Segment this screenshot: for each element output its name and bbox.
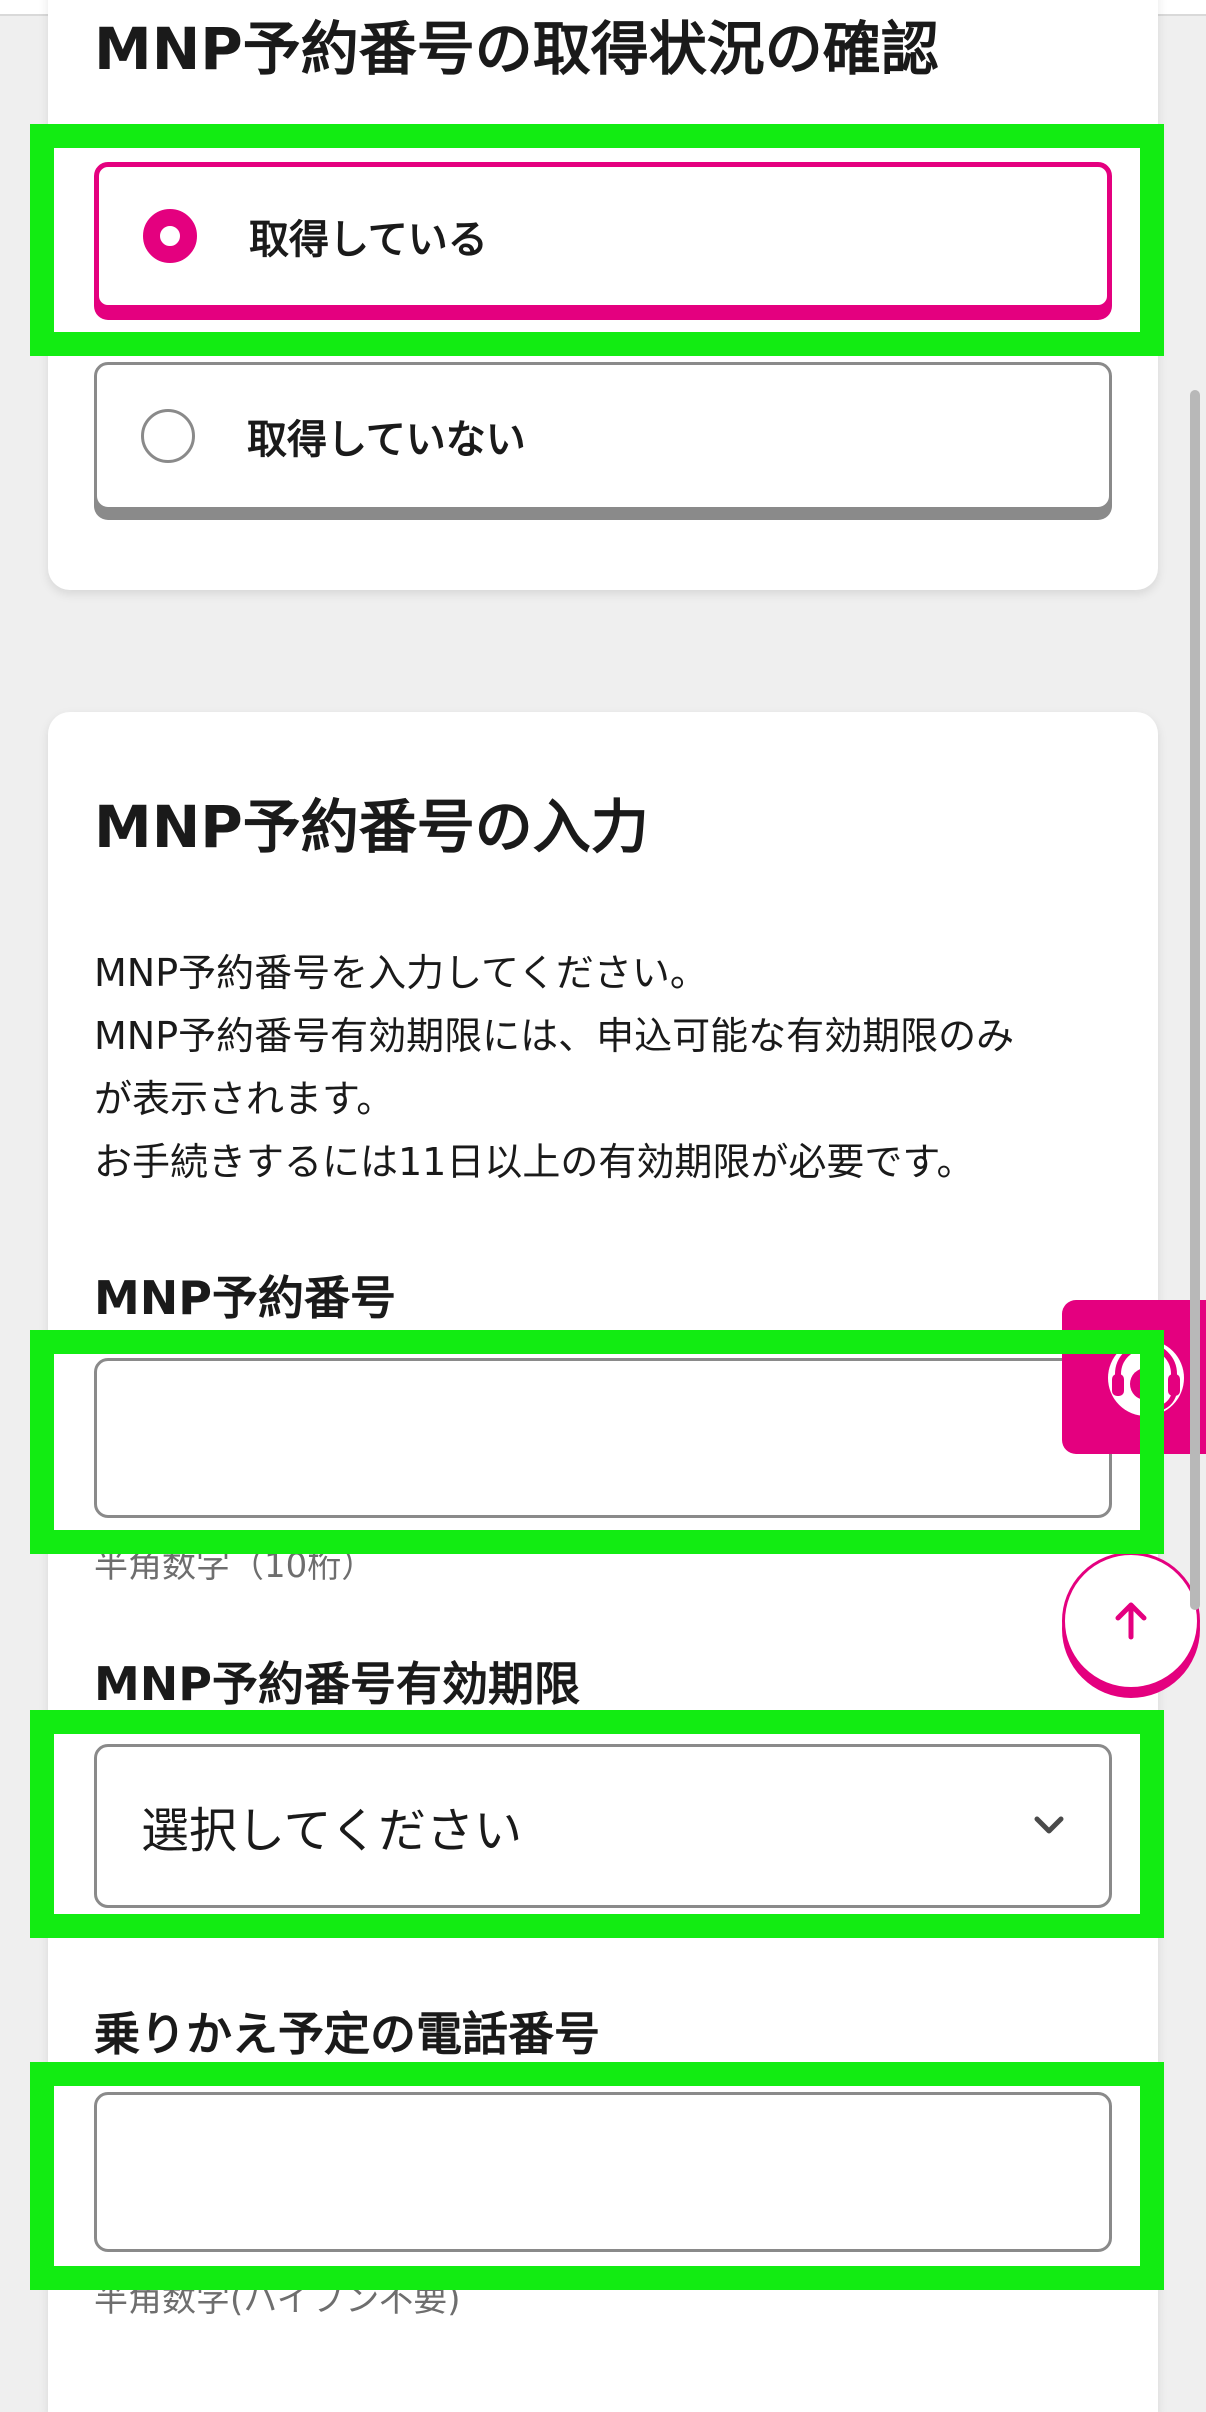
mnp-expiry-label: MNP予約番号有効期限 [94, 1657, 580, 1711]
input-description: MNP予約番号を入力してください。 MNP予約番号有効期限には、申込可能な有効期… [94, 942, 1124, 1194]
mnp-number-input[interactable] [94, 1358, 1112, 1518]
mnp-number-hint: 半角数字（10桁） [94, 1546, 376, 1586]
radio-selected-icon [143, 209, 197, 263]
mnp-expiry-select[interactable]: 選択してください [94, 1744, 1112, 1908]
radio-label-obtained: 取得している [249, 217, 488, 263]
mnp-expiry-selected-value: 選択してください [141, 1803, 523, 1859]
radio-label-not-obtained: 取得していない [247, 417, 526, 463]
arrow-up-icon [1115, 1602, 1147, 1640]
radio-option-not-obtained[interactable]: 取得していない [94, 362, 1112, 510]
input-section-title: MNP予約番号の入力 [94, 793, 649, 861]
scroll-to-top-button[interactable] [1062, 1552, 1200, 1690]
phone-number-input[interactable] [94, 2092, 1112, 2252]
page-scrollbar[interactable] [1190, 390, 1200, 1610]
phone-number-hint: 半角数字(ハイフン不要) [94, 2280, 461, 2320]
radio-option-obtained[interactable]: 取得している [94, 162, 1112, 310]
description-line: MNP予約番号有効期限には、申込可能な有効期限のみ [94, 1014, 1015, 1058]
description-line: MNP予約番号を入力してください。 [94, 951, 708, 995]
headset-operator-icon [1108, 1340, 1184, 1416]
radio-unselected-icon [141, 409, 195, 463]
description-line: が表示されます。 [94, 1077, 395, 1121]
phone-number-label: 乗りかえ予定の電話番号 [94, 2007, 600, 2061]
support-chat-button[interactable] [1062, 1300, 1206, 1454]
chevron-down-icon [1034, 1816, 1064, 1834]
description-line: お手続きするには11日以上の有効期限が必要です。 [94, 1140, 975, 1184]
status-section-title: MNP予約番号の取得状況の確認 [94, 15, 939, 83]
mnp-number-label: MNP予約番号 [94, 1271, 396, 1325]
